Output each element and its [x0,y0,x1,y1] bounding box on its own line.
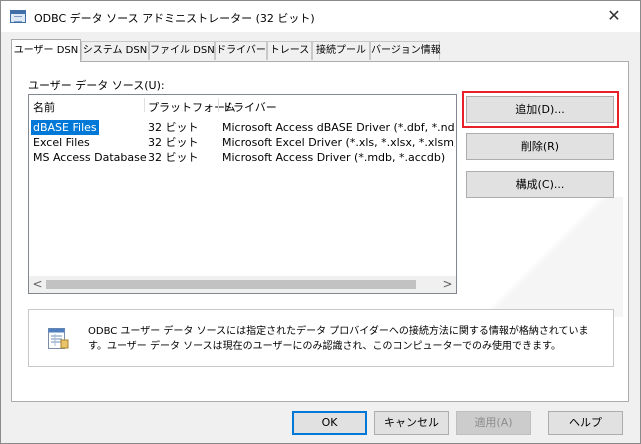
info-box: ODBC ユーザー データ ソースには指定されたデータ プロバイダーへの接続方法… [28,309,614,367]
info-description: ODBC ユーザー データ ソースには指定されたデータ プロバイダーへの接続方法… [88,326,589,352]
data-source-list[interactable]: 名前 プラットフォーム ドライバー dBASE Files 32 ビット Mic… [28,94,457,294]
window-title: ODBC データ ソース アドミニストレーター (32 ビット) [34,12,315,25]
row-platform: 32 ビット [148,151,199,164]
row-platform: 32 ビット [148,121,199,134]
row-name: MS Access Database [33,151,147,164]
data-source-icon [48,328,69,349]
row-driver: Microsoft Access dBASE Driver (*.dbf, *.… [222,121,455,134]
column-header-driver[interactable]: ドライバー [222,99,277,115]
user-data-sources-label: ユーザー データ ソース(U): [28,79,165,92]
row-name: Excel Files [33,136,90,149]
odbc-app-icon [10,10,26,23]
horizontal-scrollbar[interactable]: < > [29,276,456,293]
user-dsn-panel: ユーザー データ ソース(U): 名前 プラットフォーム ドライバー dBASE… [11,61,629,402]
help-button[interactable]: ヘルプ [548,411,623,435]
row-name: dBASE Files [31,120,99,135]
row-driver: Microsoft Access Driver (*.mdb, *.accdb) [222,151,446,164]
list-row-ms-access[interactable]: MS Access Database 32 ビット Microsoft Acce… [31,150,455,165]
row-driver: Microsoft Excel Driver (*.xls, *.xlsx, *… [222,136,455,149]
title-bar: ODBC データ ソース アドミニストレーター (32 ビット) ✕ [1,1,640,32]
apply-button[interactable]: 適用(A) [456,411,531,435]
tab-tracing[interactable]: トレース [267,41,312,60]
decorative-shading [465,197,623,317]
scroll-right-icon[interactable]: > [439,276,456,293]
column-divider[interactable] [144,98,145,112]
scrollbar-thumb[interactable] [46,280,416,289]
remove-button[interactable]: 削除(R) [466,133,614,160]
column-header-name[interactable]: 名前 [33,99,55,115]
column-divider[interactable] [218,98,219,112]
cancel-button[interactable]: キャンセル [374,411,449,435]
tab-system-dsn[interactable]: システム DSN [81,41,149,60]
tab-file-dsn[interactable]: ファイル DSN [149,41,215,60]
configure-button[interactable]: 構成(C)... [466,171,614,198]
tab-drivers[interactable]: ドライバー [215,41,267,60]
scroll-left-icon[interactable]: < [29,276,46,293]
add-button[interactable]: 追加(D)... [466,96,614,123]
row-platform: 32 ビット [148,136,199,149]
list-row-dbase[interactable]: dBASE Files 32 ビット Microsoft Access dBAS… [31,120,455,135]
list-row-excel[interactable]: Excel Files 32 ビット Microsoft Excel Drive… [31,135,455,150]
tab-about[interactable]: バージョン情報 [370,41,441,60]
tab-connection-pooling[interactable]: 接続プール [312,41,370,60]
close-button[interactable]: ✕ [597,4,631,28]
ok-button[interactable]: OK [292,411,367,435]
tab-user-dsn[interactable]: ユーザー DSN [11,39,81,62]
odbc-admin-window: ODBC データ ソース アドミニストレーター (32 ビット) ✕ ユーザー … [0,0,641,444]
